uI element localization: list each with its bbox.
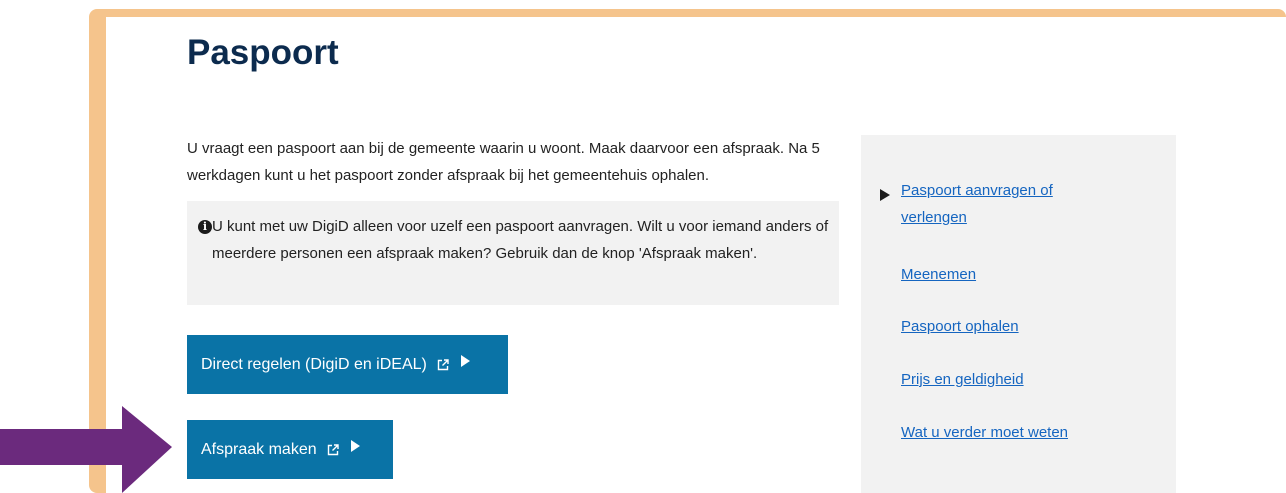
sidebar-item-paspoort-ophalen[interactable]: Paspoort ophalen bbox=[901, 313, 1121, 340]
pointer-arrow-icon bbox=[0, 406, 172, 493]
info-box: i U kunt met uw DigiD alleen voor uzelf … bbox=[187, 201, 839, 305]
sidebar-item-wat-u-verder-moet-weten[interactable]: Wat u verder moet weten bbox=[901, 419, 1121, 446]
afspraak-maken-label: Afspraak maken bbox=[201, 440, 317, 458]
info-icon: i bbox=[198, 220, 212, 234]
external-link-icon bbox=[437, 358, 449, 370]
intro-text: U vraagt een paspoort aan bij de gemeent… bbox=[187, 140, 820, 184]
current-item-arrow-icon bbox=[880, 189, 890, 201]
play-arrow-icon bbox=[460, 354, 470, 367]
play-arrow-icon bbox=[350, 439, 360, 452]
info-text: U kunt met uw DigiD alleen voor uzelf ee… bbox=[212, 218, 829, 262]
direct-regelen-button[interactable]: Direct regelen (DigiD en iDEAL) bbox=[187, 335, 508, 394]
external-link-icon bbox=[327, 443, 339, 455]
sidebar-item-prijs-geldigheid[interactable]: Prijs en geldigheid bbox=[901, 366, 1121, 393]
afspraak-maken-button[interactable]: Afspraak maken bbox=[187, 420, 393, 479]
sidebar-item-meenemen[interactable]: Meenemen bbox=[901, 261, 1121, 288]
sidebar-nav: Paspoort aanvragen of verlengen Meenemen… bbox=[861, 135, 1176, 493]
direct-regelen-label: Direct regelen (DigiD en iDEAL) bbox=[201, 355, 427, 373]
sidebar-item-paspoort-aanvragen[interactable]: Paspoort aanvragen of verlengen bbox=[901, 177, 1121, 231]
page-title: Paspoort bbox=[187, 33, 339, 72]
